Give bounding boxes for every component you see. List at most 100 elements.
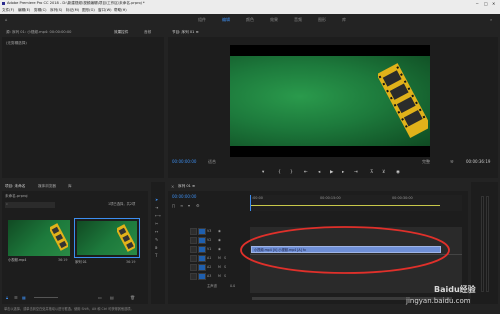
workspace-tab-graphics[interactable]: 图形	[318, 18, 326, 22]
workspace-tab-color[interactable]: 颜色	[246, 18, 254, 22]
add-marker-icon[interactable]: ▾	[188, 204, 190, 208]
master-volume-value[interactable]: 0.0	[230, 284, 235, 288]
pen-tool-icon[interactable]: ✎	[155, 238, 158, 242]
maximize-button[interactable]: □	[484, 1, 488, 6]
clip-name: 小视频.mp4	[8, 258, 27, 262]
target-track-toggle[interactable]	[198, 273, 206, 280]
go-to-out-icon[interactable]: ⇥	[354, 170, 358, 176]
step-back-icon[interactable]: ◂	[318, 170, 320, 176]
eye-icon[interactable]: ◉	[218, 229, 221, 233]
project-search-input[interactable]: ⌕	[5, 202, 55, 208]
playhead[interactable]	[250, 195, 251, 211]
solo-button[interactable]: S	[224, 265, 226, 269]
timeline-sequence-tab[interactable]: 序列 01 ≡	[178, 184, 195, 189]
delete-icon[interactable]: 🗑︎	[130, 296, 135, 300]
export-frame-icon[interactable]: ◉	[396, 170, 400, 176]
mute-button[interactable]: M	[218, 265, 221, 269]
linked-selection-icon[interactable]: ∞	[180, 204, 183, 208]
mute-button[interactable]: M	[218, 256, 221, 260]
search-icon[interactable]: ⌕	[490, 18, 492, 22]
program-video-frame[interactable]	[230, 45, 430, 157]
selection-tool-icon[interactable]: ➤	[155, 198, 158, 202]
tab-source[interactable]: 源: 序列 01: 小视频.mp4: 00:00:00:00	[6, 30, 71, 35]
menu-clip[interactable]: 剪辑(C)	[34, 8, 47, 13]
add-marker-icon[interactable]: ▾	[262, 170, 264, 176]
target-track-toggle[interactable]	[198, 264, 206, 271]
target-track-toggle[interactable]	[198, 237, 206, 244]
quality-dropdown[interactable]: 完整	[422, 160, 430, 164]
source-patch-toggle[interactable]	[198, 228, 206, 235]
workspace-tab-audio[interactable]: 音频	[294, 18, 302, 22]
project-panel-header: 项目: 未命名 媒体浏览器 库	[2, 182, 148, 191]
lock-track-icon[interactable]	[190, 246, 197, 253]
target-track-toggle[interactable]	[198, 246, 206, 253]
slip-tool-icon[interactable]: ↔	[155, 230, 158, 234]
snap-icon[interactable]: ⋂	[172, 204, 175, 208]
menu-graphics[interactable]: 图形(G)	[82, 8, 95, 13]
mark-in-icon[interactable]: {	[278, 170, 281, 176]
eye-icon[interactable]: ◉	[218, 247, 221, 251]
audio-meter-left	[481, 196, 484, 292]
close-icon[interactable]: ×	[171, 185, 174, 189]
workspace-tab-effects[interactable]: 效果	[270, 18, 278, 22]
razor-tool-icon[interactable]: ✂	[155, 222, 158, 226]
tab-project[interactable]: 项目: 未命名	[5, 184, 25, 189]
menu-edit[interactable]: 编辑(E)	[18, 8, 30, 13]
icon-view-icon[interactable]: ▦	[22, 296, 26, 300]
program-panel-title[interactable]: 节目: 序列 01 ≡	[172, 30, 199, 35]
fit-dropdown[interactable]: 适合	[208, 160, 216, 164]
new-item-icon[interactable]: ▤	[110, 296, 114, 300]
time-ruler[interactable]: :00:00 00:00:15:00 00:00:30:00	[250, 195, 462, 211]
mute-button[interactable]: M	[218, 274, 221, 278]
go-to-in-icon[interactable]: ⇤	[304, 170, 308, 176]
extract-icon[interactable]: ⊻	[382, 170, 385, 176]
playback-controls: ▾ { } ⇤ ◂ ▶ ▸ ⇥ ⊼ ⊻ ◉	[258, 170, 458, 178]
tab-effect-controls[interactable]: 效果控件	[114, 30, 128, 35]
solo-button[interactable]: S	[224, 256, 226, 260]
minimize-button[interactable]: ─	[476, 1, 478, 6]
mark-out-icon[interactable]: }	[290, 170, 293, 176]
source-patch-toggle[interactable]	[198, 255, 206, 262]
list-view-icon[interactable]: ☰	[14, 296, 18, 300]
work-area-bar[interactable]	[250, 205, 440, 206]
menu-marker[interactable]: 标记(M)	[66, 8, 79, 13]
home-icon[interactable]: ⌂	[5, 18, 8, 22]
track-label: V1	[207, 247, 212, 251]
program-panel-header: 节目: 序列 01 ≡	[168, 28, 498, 37]
workspace-tab-assembly[interactable]: 组件	[198, 18, 206, 22]
tab-media-browser[interactable]: 媒体浏览器	[38, 184, 56, 189]
type-tool-icon[interactable]: T	[155, 254, 157, 258]
lock-track-icon[interactable]	[190, 228, 197, 235]
timeline-settings-icon[interactable]: ⚙	[196, 204, 200, 208]
hand-tool-icon[interactable]: ✋︎	[155, 246, 157, 250]
lock-track-icon[interactable]	[190, 255, 197, 262]
lock-track-icon[interactable]	[190, 273, 197, 280]
wrench-icon[interactable]: ⚒	[450, 160, 454, 164]
lock-track-icon[interactable]	[190, 237, 197, 244]
zoom-slider[interactable]	[34, 297, 58, 298]
program-current-time[interactable]: 00:00:00:00	[172, 160, 196, 164]
tab-libraries[interactable]: 库	[68, 184, 72, 189]
track-select-tool-icon[interactable]: ⇥	[155, 206, 158, 210]
lift-icon[interactable]: ⊼	[370, 170, 373, 176]
eye-icon[interactable]: ◉	[218, 238, 221, 242]
new-bin-icon[interactable]: ▭	[98, 296, 102, 300]
solo-button[interactable]: S	[224, 274, 226, 278]
menu-file[interactable]: 文件(F)	[2, 8, 14, 13]
play-icon[interactable]: ▶	[330, 170, 333, 176]
lock-icon[interactable]: 🔒︎	[6, 296, 8, 300]
workspace-tab-libraries[interactable]: 库	[342, 18, 346, 22]
close-button[interactable]: ✕	[492, 1, 495, 6]
clip-thumbnail[interactable]	[8, 220, 70, 256]
step-forward-icon[interactable]: ▸	[342, 170, 344, 176]
menu-help[interactable]: 帮助(H)	[114, 8, 127, 13]
tools-panel: ➤ ⇥ ⟷ ✂ ↔ ✎ ✋︎ T	[151, 182, 165, 304]
menu-sequence[interactable]: 序列(S)	[50, 8, 62, 13]
sequence-thumbnail-selected[interactable]	[74, 218, 140, 258]
ripple-edit-tool-icon[interactable]: ⟷	[155, 214, 161, 218]
timeline-current-time[interactable]: 00:00:00:00	[172, 195, 196, 199]
workspace-tab-editing[interactable]: 编辑	[222, 18, 230, 22]
lock-track-icon[interactable]	[190, 264, 197, 271]
tab-audio-mixer[interactable]: 音频	[144, 30, 151, 35]
menu-window[interactable]: 窗口(W)	[98, 8, 112, 13]
